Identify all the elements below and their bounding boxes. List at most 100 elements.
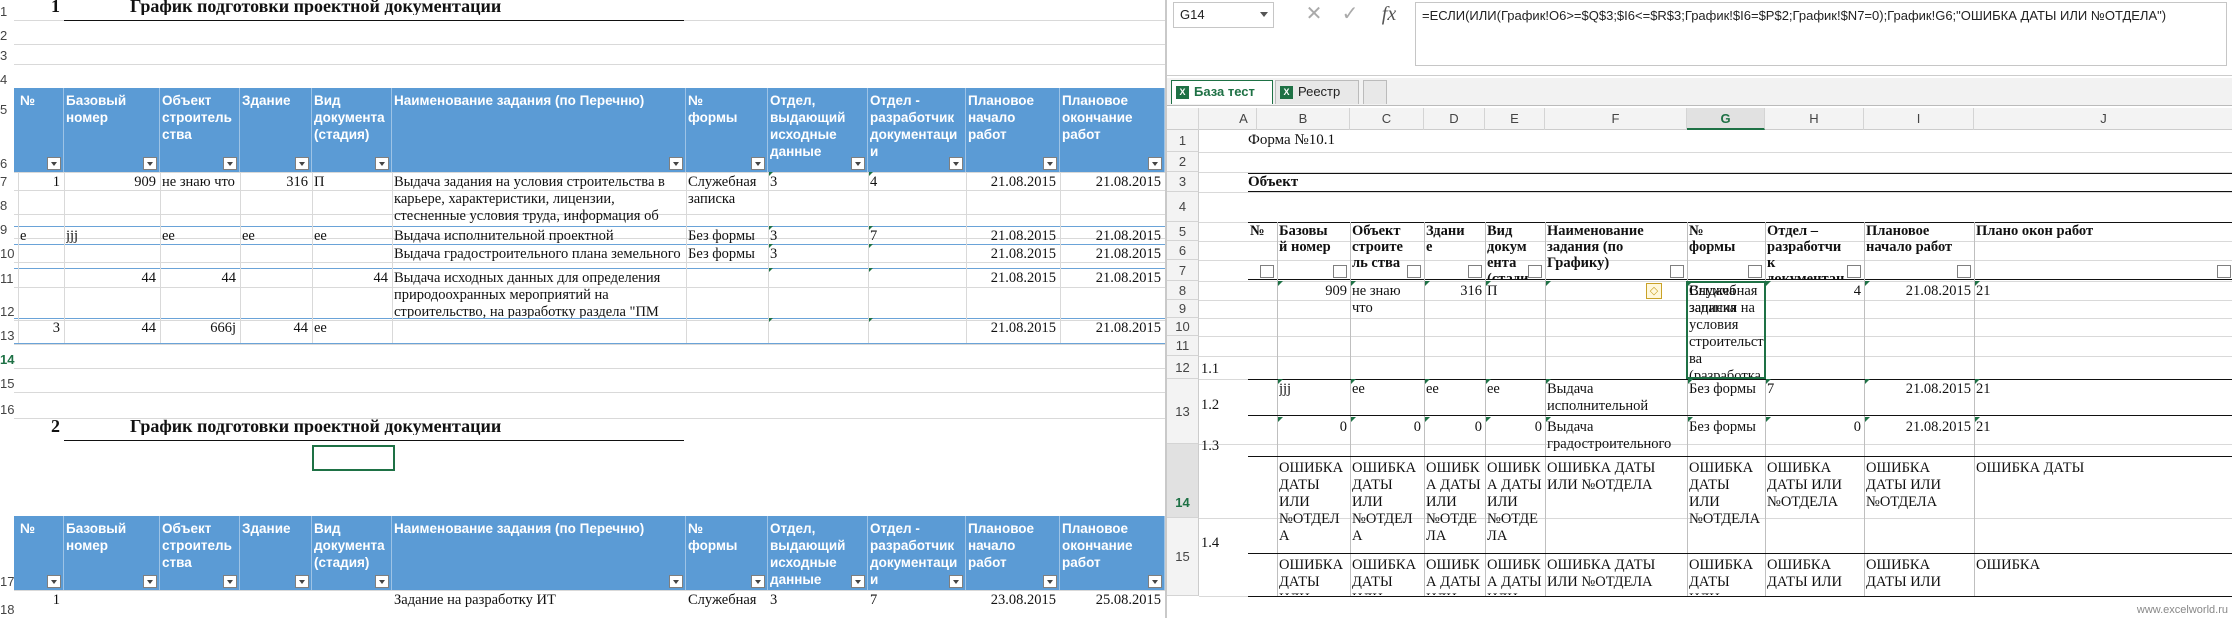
- check-icon[interactable]: ✓: [1333, 2, 1367, 28]
- filter-dropdown-icon[interactable]: [669, 575, 683, 588]
- filter-dropdown-icon[interactable]: [1043, 157, 1057, 170]
- table-cell[interactable]: ОШИБКА ДАТЫ ИЛИ №ОТДЕЛА: [1279, 460, 1347, 552]
- table-cell[interactable]: 0: [1767, 419, 1861, 455]
- row-header[interactable]: 12: [1167, 356, 1199, 379]
- table-cell[interactable]: ОШИБКА ДАТЫ ИЛИ: [1426, 557, 1482, 595]
- filter-dropdown-icon[interactable]: [295, 575, 309, 588]
- row-header[interactable]: 17: [0, 575, 14, 588]
- table-cell[interactable]: ОШИБКА ДАТЫ ИЛИ №ОТДЕЛА: [1426, 460, 1482, 552]
- row-header[interactable]: 4: [0, 73, 14, 86]
- table-cell[interactable]: ОШИБКА ДАТЫ ИЛИ №ОТДЕЛА: [1689, 460, 1762, 552]
- right-sheet-window[interactable]: G 14 ✕ ✓ fx =ЕСЛИ(ИЛИ(График!O6>=$Q$3;$I6…: [1165, 0, 2232, 618]
- table-cell[interactable]: ОШИБКА: [1976, 557, 2231, 595]
- table-cell[interactable]: 44: [242, 320, 309, 343]
- filter-dropdown-icon[interactable]: [751, 575, 765, 588]
- new-tab-button[interactable]: [1363, 80, 1387, 104]
- chevron-down-icon[interactable]: [1260, 12, 1268, 17]
- filter-dropdown-icon[interactable]: [1847, 265, 1861, 278]
- table-cell[interactable]: Задание на разработку ИТ: [394, 592, 682, 609]
- filter-dropdown-icon[interactable]: [1748, 265, 1762, 278]
- table-cell[interactable]: 0: [1352, 419, 1421, 455]
- table-cell[interactable]: ee: [242, 228, 308, 244]
- row-header[interactable]: 8: [0, 199, 14, 212]
- table-cell[interactable]: 21.08.2015: [1062, 270, 1161, 318]
- filter-dropdown-icon[interactable]: [143, 575, 157, 588]
- row-header[interactable]: 8: [1167, 281, 1199, 300]
- row-header[interactable]: 6: [1167, 241, 1199, 260]
- left-sheet-pane[interactable]: 1 2 3 4 5 6 7 8 9 10 11 12 13 14 15 16 17 18 1 График подго…: [0, 0, 1165, 618]
- formula-input[interactable]: =ЕСЛИ(ИЛИ(График!O6>=$Q$3;$I6<=$R$3;Граф…: [1415, 2, 2227, 66]
- table-cell[interactable]: 7: [870, 228, 962, 244]
- table-cell[interactable]: 21: [1976, 283, 2231, 378]
- column-letter-g[interactable]: G: [1687, 108, 1765, 130]
- table-cell[interactable]: 21.08.2015: [968, 246, 1056, 268]
- table-cell[interactable]: 4: [1767, 283, 1861, 378]
- row-header[interactable]: 14: [0, 353, 14, 366]
- table-cell[interactable]: 909: [66, 174, 156, 226]
- column-letter-a[interactable]: A: [1231, 108, 1257, 130]
- table-cell[interactable]: 0: [1426, 419, 1482, 455]
- row-header[interactable]: 7: [1167, 260, 1199, 281]
- table-cell[interactable]: 21.08.2015: [968, 320, 1056, 343]
- row-header[interactable]: 12: [0, 305, 14, 318]
- row-header[interactable]: 3: [0, 49, 14, 62]
- cancel-icon[interactable]: ✕: [1297, 2, 1331, 28]
- table-cell[interactable]: Выдача исполнительной проектной документ…: [1547, 381, 1684, 414]
- table-cell[interactable]: 44: [66, 320, 157, 343]
- table-cell[interactable]: 21.08.2015: [968, 228, 1056, 244]
- table-cell[interactable]: 909: [1279, 283, 1347, 378]
- table-cell[interactable]: 21.08.2015: [1866, 283, 1971, 378]
- table-cell[interactable]: 44: [162, 270, 237, 318]
- row-header[interactable]: 2: [0, 29, 14, 42]
- row-header[interactable]: 14: [1167, 444, 1199, 518]
- table-cell[interactable]: 21.08.2015: [1866, 419, 1971, 455]
- row-header[interactable]: 1: [0, 5, 14, 18]
- table-cell[interactable]: 25.08.2015: [1062, 592, 1161, 609]
- row-header[interactable]: 11: [1167, 336, 1199, 356]
- filter-dropdown-icon[interactable]: [375, 157, 389, 170]
- row-header[interactable]: 5: [0, 103, 14, 116]
- table-cell[interactable]: Без формы: [688, 228, 764, 244]
- filter-dropdown-icon[interactable]: [669, 157, 683, 170]
- filter-dropdown-icon[interactable]: [1957, 265, 1971, 278]
- table-cell[interactable]: 7: [1767, 381, 1861, 414]
- warning-icon[interactable]: ◇: [1646, 283, 1662, 299]
- table-cell[interactable]: Выдача градостроительного плана земельно…: [1547, 419, 1684, 455]
- fx-icon[interactable]: fx: [1372, 2, 1406, 28]
- table-cell[interactable]: ОШИБКА ДАТЫ ИЛИ: [1866, 557, 1971, 595]
- table-cell[interactable]: Без формы: [1689, 419, 1762, 455]
- table-cell[interactable]: 4: [870, 174, 962, 226]
- filter-dropdown-icon[interactable]: [1260, 265, 1274, 278]
- table-cell[interactable]: ОШИБКА ДАТЫ ИЛИ: [1487, 557, 1542, 595]
- table-cell[interactable]: 7: [870, 592, 962, 609]
- table-cell[interactable]: ee: [314, 320, 388, 343]
- table-cell[interactable]: П: [314, 174, 388, 226]
- filter-dropdown-icon[interactable]: [295, 157, 309, 170]
- table-cell[interactable]: Выдача исходных данных для определения п…: [394, 270, 682, 318]
- filter-dropdown-icon[interactable]: [949, 157, 963, 170]
- table-cell[interactable]: 0: [1487, 419, 1542, 455]
- column-letter-c[interactable]: C: [1350, 108, 1424, 130]
- table-cell[interactable]: 316: [242, 174, 308, 226]
- table-cell[interactable]: e: [20, 228, 60, 244]
- row-header[interactable]: 3: [1167, 172, 1199, 192]
- table-cell[interactable]: 23.08.2015: [968, 592, 1056, 609]
- row-header[interactable]: 2: [1167, 152, 1199, 172]
- filter-dropdown-icon[interactable]: [1043, 575, 1057, 588]
- table-cell[interactable]: ОШИБКА ДАТЫ ИЛИ №ОТДЕЛА: [1547, 557, 1684, 595]
- row-header[interactable]: 5: [1167, 222, 1199, 241]
- filter-dropdown-icon[interactable]: [1468, 265, 1482, 278]
- row-header[interactable]: 9: [0, 223, 14, 236]
- table-cell[interactable]: 21.08.2015: [1062, 228, 1161, 244]
- table-cell[interactable]: 3: [770, 246, 864, 268]
- table-cell[interactable]: 44: [314, 270, 389, 318]
- filter-dropdown-icon[interactable]: [851, 157, 865, 170]
- filter-dropdown-icon[interactable]: [375, 575, 389, 588]
- table-cell[interactable]: 21: [1976, 419, 2231, 455]
- table-cell[interactable]: Выдача градостроительного плана земельно…: [394, 246, 682, 268]
- table-cell[interactable]: 21.08.2015: [968, 174, 1056, 226]
- table-cell[interactable]: ОШИБКА ДАТЫ ИЛИ №ОТДЕЛА: [1487, 460, 1542, 552]
- table-cell[interactable]: Выдача задания на условия строительства …: [394, 174, 682, 226]
- table-cell[interactable]: ee: [1352, 381, 1421, 414]
- table-cell[interactable]: ee: [314, 228, 388, 244]
